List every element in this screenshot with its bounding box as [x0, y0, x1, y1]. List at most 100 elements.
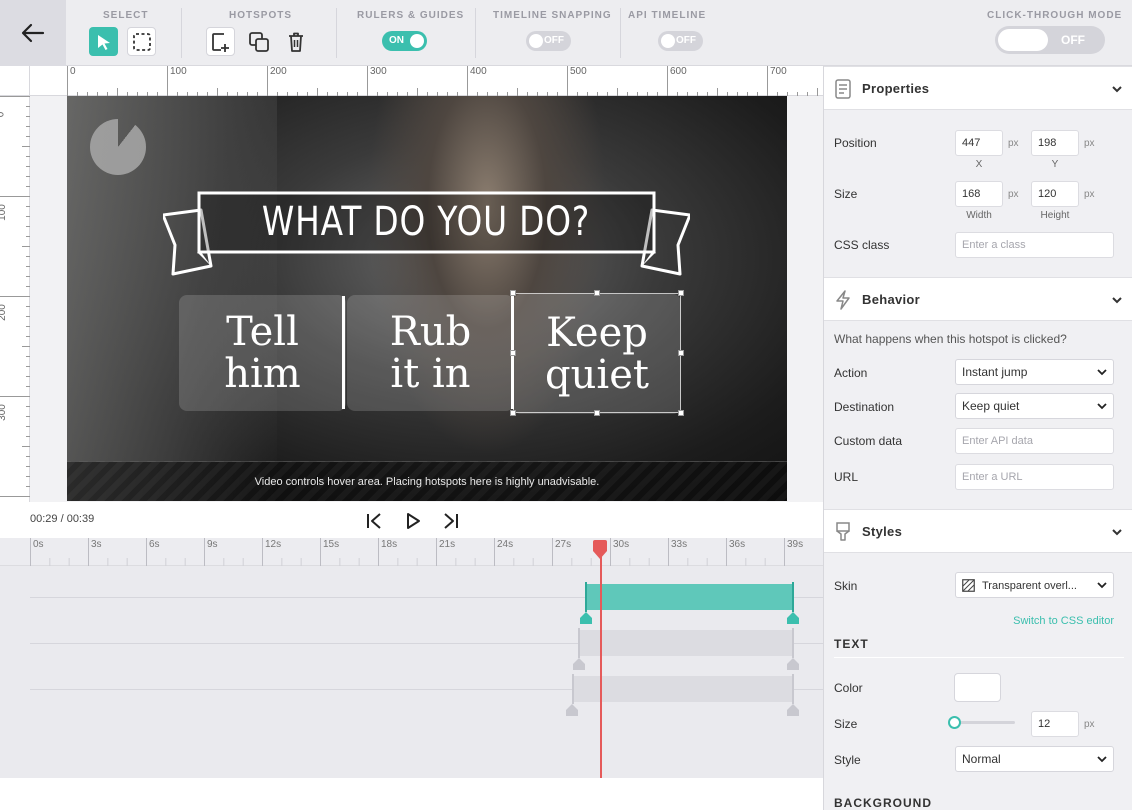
- delete-hotspot-button[interactable]: [281, 27, 310, 56]
- skin-select[interactable]: Transparent overl...: [955, 572, 1114, 598]
- resize-handle-e[interactable]: [678, 350, 684, 356]
- toolbar: SELECT HOTSPOTS RULERS & GUIDES ON TIMEL…: [0, 0, 1132, 66]
- timeline-label: 21s: [439, 539, 456, 550]
- height-input[interactable]: 120: [1031, 181, 1079, 207]
- api-timeline-toggle[interactable]: OFF: [658, 31, 703, 51]
- styles-section-header[interactable]: Styles: [824, 509, 1132, 553]
- back-button[interactable]: [0, 0, 66, 66]
- marquee-select-button[interactable]: [127, 27, 156, 56]
- ruler-label: 100: [0, 204, 8, 221]
- ruler-label: 700: [770, 66, 787, 77]
- hotspot-tell-him[interactable]: Tell him: [179, 295, 346, 411]
- text-size-slider-track[interactable]: [959, 721, 1015, 724]
- toggle-knob: [998, 29, 1048, 51]
- skip-forward-icon: [444, 513, 458, 529]
- document-icon: [835, 79, 851, 99]
- width-input[interactable]: 168: [955, 181, 1003, 207]
- destination-select[interactable]: Keep quiet: [955, 393, 1114, 419]
- playhead-marker-icon[interactable]: [592, 540, 608, 560]
- timeline-label: 39s: [787, 539, 804, 550]
- switch-to-css-editor-link[interactable]: Switch to CSS editor: [1013, 615, 1114, 627]
- resize-handle-nw[interactable]: [510, 290, 516, 296]
- ruler-label: 500: [570, 66, 587, 77]
- hotspots-group-label: HOTSPOTS: [229, 10, 293, 21]
- hotspot-rub-it-in[interactable]: Rub it in: [347, 295, 514, 411]
- skip-forward-button[interactable]: [440, 510, 462, 532]
- resize-handle-n[interactable]: [594, 290, 600, 296]
- ruler-label: 300: [0, 404, 8, 421]
- url-input[interactable]: Enter a URL: [955, 464, 1114, 490]
- position-x-input[interactable]: 447: [955, 130, 1003, 156]
- clip-end-edge[interactable]: [792, 628, 794, 658]
- clip-start-edge[interactable]: [572, 674, 574, 704]
- properties-title: Properties: [862, 81, 930, 96]
- arrow-left-icon: [21, 23, 45, 43]
- color-label: Color: [834, 681, 863, 695]
- paint-brush-icon: [836, 522, 850, 541]
- timeline-label: 18s: [381, 539, 398, 550]
- custom-data-label: Custom data: [834, 434, 903, 448]
- clip-end-edge[interactable]: [792, 674, 794, 704]
- snapping-toggle-label: OFF: [544, 35, 564, 46]
- timeline-label: 9s: [207, 539, 218, 550]
- height-sublabel: Height: [1040, 210, 1070, 221]
- resize-handle-ne[interactable]: [678, 290, 684, 296]
- properties-section-header[interactable]: Properties: [824, 66, 1132, 110]
- resize-handle-sw[interactable]: [510, 410, 516, 416]
- video-controls-hover-area: Video controls hover area. Placing hotsp…: [67, 461, 787, 501]
- snapping-toggle[interactable]: OFF: [526, 31, 571, 51]
- clip-start-edge[interactable]: [585, 582, 587, 612]
- skip-back-button[interactable]: [363, 510, 385, 532]
- clickthrough-toggle[interactable]: OFF: [995, 26, 1105, 54]
- duplicate-icon: [248, 31, 269, 52]
- horizontal-ruler-ticks: [67, 66, 858, 96]
- timeline-tracks: [0, 566, 823, 778]
- clip-start-edge[interactable]: [578, 628, 580, 658]
- css-class-input[interactable]: Enter a class: [955, 232, 1114, 258]
- play-icon: [407, 513, 420, 529]
- api-timeline-group: API TIMELINE OFF: [621, 0, 741, 66]
- timeline-ruler[interactable]: 0s 3s 6s 9s 12s 15s 18s 21s 24s 27s 30s …: [0, 538, 823, 566]
- rulers-toggle-label: ON: [389, 35, 404, 46]
- pointer-select-button[interactable]: [89, 27, 118, 56]
- text-size-slider-thumb[interactable]: [948, 716, 961, 729]
- timeline-label: 15s: [323, 539, 340, 550]
- timeline-label: 36s: [729, 539, 746, 550]
- timeline-label: 3s: [91, 539, 102, 550]
- clip-end-handle-base: [787, 664, 799, 670]
- text-size-input[interactable]: 12: [1031, 711, 1079, 737]
- resize-handle-se[interactable]: [678, 410, 684, 416]
- timeline-label: 27s: [555, 539, 572, 550]
- action-select[interactable]: Instant jump: [955, 359, 1114, 385]
- text-size-label: Size: [834, 717, 858, 731]
- timeline-label: 0s: [33, 539, 44, 550]
- ruler-label: 400: [470, 66, 487, 77]
- timeline-clip-rub-it-in[interactable]: [579, 630, 794, 656]
- rulers-toggle[interactable]: ON: [382, 31, 427, 51]
- resize-handle-s[interactable]: [594, 410, 600, 416]
- position-y-input[interactable]: 198: [1031, 130, 1079, 156]
- position-label: Position: [834, 136, 877, 150]
- snapping-group-label: TIMELINE SNAPPING: [493, 10, 612, 21]
- duplicate-hotspot-button[interactable]: [244, 27, 273, 56]
- video-stage[interactable]: WHAT DO YOU DO? Tell him Rub it in Keep qui…: [67, 96, 787, 501]
- text-style-select[interactable]: Normal: [955, 746, 1114, 772]
- clickthrough-group-label: CLICK-THROUGH MODE: [987, 10, 1123, 21]
- custom-data-input[interactable]: Enter API data: [955, 428, 1114, 454]
- ruler-corner: [0, 66, 30, 96]
- play-button[interactable]: [402, 510, 424, 532]
- timeline-clip-keep-quiet[interactable]: [586, 584, 794, 610]
- vertical-ruler[interactable]: 0 100 200 300: [0, 96, 30, 502]
- horizontal-ruler[interactable]: 0 100 200 300 400 500 600 700: [30, 66, 858, 96]
- choice-line: Rub: [389, 309, 472, 355]
- rulers-group: RULERS & GUIDES ON: [337, 0, 475, 66]
- timeline-clip-tell-him[interactable]: [573, 676, 794, 702]
- add-hotspot-button[interactable]: [206, 27, 235, 56]
- destination-value: Keep quiet: [962, 399, 1020, 413]
- text-color-swatch[interactable]: [954, 673, 1001, 702]
- action-label: Action: [834, 366, 868, 380]
- clip-end-edge[interactable]: [792, 582, 794, 612]
- behavior-section-header[interactable]: Behavior: [824, 277, 1132, 321]
- resize-handle-w[interactable]: [510, 350, 516, 356]
- clip-start-handle-base: [566, 710, 578, 716]
